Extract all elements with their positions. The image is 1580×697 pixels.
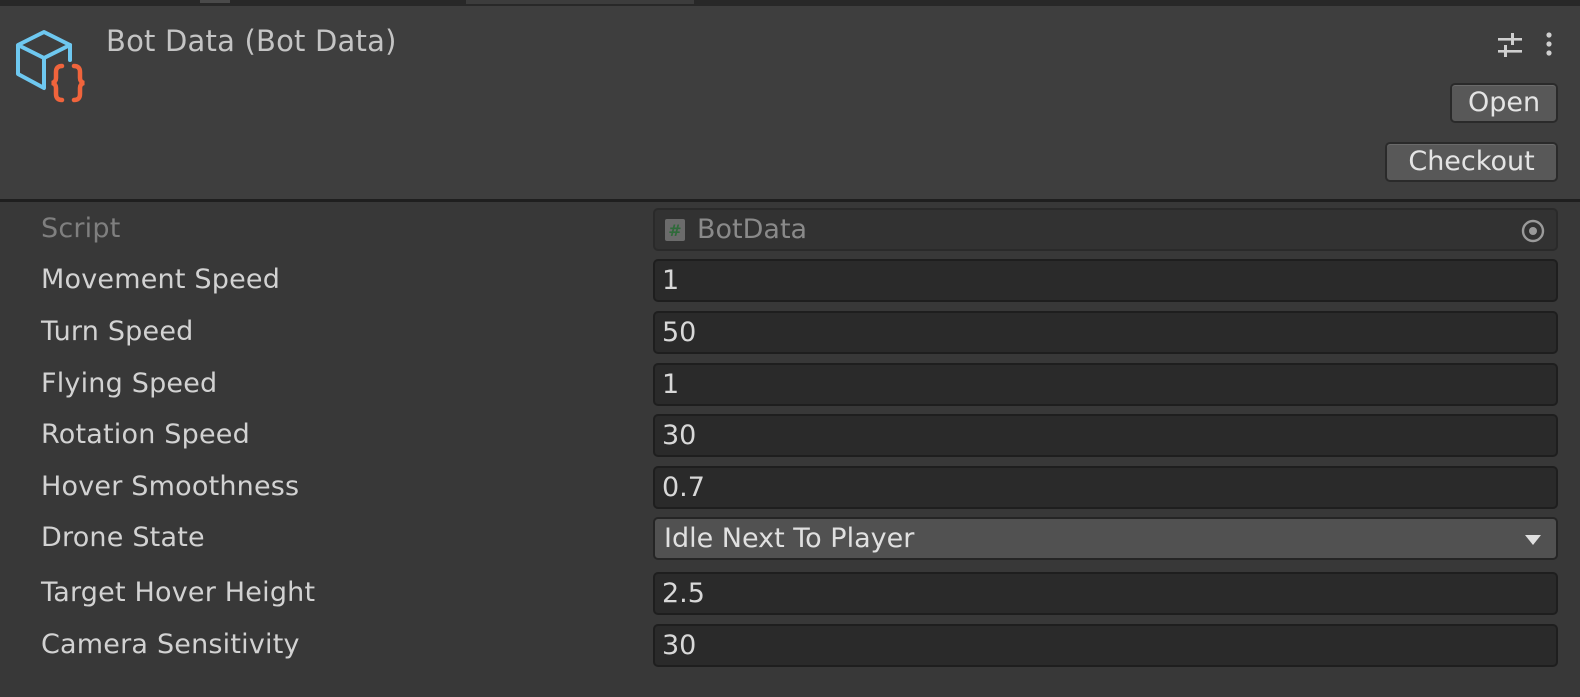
target-hover-height-input[interactable]: 2.5: [653, 572, 1558, 615]
open-button[interactable]: Open: [1450, 83, 1558, 123]
sliders-icon[interactable]: [1496, 30, 1524, 60]
page-title: Bot Data (Bot Data): [106, 24, 397, 58]
turn-speed-label: Turn Speed: [41, 316, 194, 347]
object-picker-icon[interactable]: [1520, 218, 1546, 244]
script-label: Script: [41, 213, 121, 244]
inspector-header: Bot Data (Bot Data) Open Checkout: [0, 6, 1580, 199]
target-hover-height-label: Target Hover Height: [41, 577, 316, 608]
script-value: BotData: [697, 214, 808, 245]
csharp-script-icon: #: [665, 219, 685, 241]
checkout-button[interactable]: Checkout: [1385, 142, 1558, 182]
drone-state-label: Drone State: [41, 522, 205, 553]
camera-sensitivity-input[interactable]: 30: [653, 624, 1558, 667]
svg-text:#: #: [668, 221, 681, 240]
flying-speed-label: Flying Speed: [41, 368, 218, 399]
camera-sensitivity-label: Camera Sensitivity: [41, 629, 300, 660]
kebab-menu-icon[interactable]: [1542, 30, 1556, 60]
scriptable-object-icon: [16, 30, 85, 103]
inspector-window: Bot Data (Bot Data) Open Checkout Script…: [0, 0, 1580, 697]
chevron-down-icon: [1525, 535, 1541, 545]
movement-speed-label: Movement Speed: [41, 264, 281, 295]
drone-state-value: Idle Next To Player: [664, 523, 915, 554]
hover-smoothness-label: Hover Smoothness: [41, 471, 300, 502]
hover-smoothness-input[interactable]: 0.7: [653, 466, 1558, 509]
movement-speed-input[interactable]: 1: [653, 259, 1558, 302]
turn-speed-input[interactable]: 50: [653, 311, 1558, 354]
script-field[interactable]: # BotData: [653, 208, 1558, 251]
drone-state-dropdown[interactable]: Idle Next To Player: [653, 517, 1558, 560]
flying-speed-input[interactable]: 1: [653, 363, 1558, 406]
tab-inactive[interactable]: [200, 0, 230, 3]
rotation-speed-label: Rotation Speed: [41, 419, 250, 450]
rotation-speed-input[interactable]: 30: [653, 414, 1558, 457]
header-divider: [0, 199, 1580, 202]
tab-active[interactable]: [466, 0, 694, 4]
